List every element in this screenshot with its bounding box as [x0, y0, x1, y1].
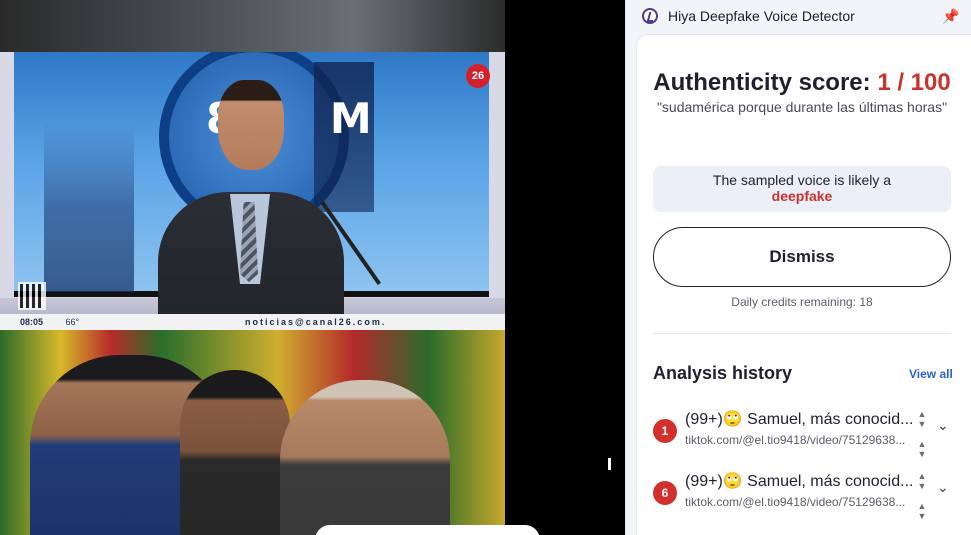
video-frame-top	[0, 0, 505, 52]
divider	[653, 333, 951, 334]
dismiss-button[interactable]: Dismiss	[653, 227, 951, 287]
view-all-link[interactable]: View all	[909, 367, 953, 381]
person-middle	[180, 370, 290, 535]
press-conference-frame[interactable]	[0, 330, 505, 535]
sort-stepper-icon[interactable]: ▲ ▼ ▲ ▼	[917, 409, 927, 459]
hiya-logo-icon	[642, 8, 658, 24]
history-item[interactable]: 6 (99+)🙄 Samuel, más conocid... tiktok.c…	[653, 469, 953, 521]
score-value: 1 / 100	[877, 69, 951, 96]
scroll-indicator	[608, 458, 611, 470]
news-anchor-head	[218, 80, 284, 170]
history-item-url: tiktok.com/@el.tio9418/video/75129638...	[685, 433, 906, 447]
news-ticker: 08:05 66° noticias@canal26.com.	[0, 314, 505, 330]
person-right	[280, 380, 450, 535]
extension-panel: Hiya Deepfake Voice Detector 📌 Authentic…	[625, 0, 971, 535]
qr-code	[18, 282, 46, 310]
verdict-prefix: The sampled voice is likely a	[712, 172, 892, 188]
verdict-box: The sampled voice is likely a deepfake	[653, 166, 951, 212]
history-badge: 1	[653, 419, 677, 443]
history-item-title: (99+)🙄 Samuel, más conocid...	[685, 411, 914, 428]
sort-stepper-icon[interactable]: ▲ ▼ ▲ ▼	[917, 471, 927, 521]
studio-skyline-left	[44, 122, 134, 292]
panel-title: Hiya Deepfake Voice Detector	[668, 8, 855, 24]
transcript-quote: "sudamérica porque durante las últimas h…	[656, 99, 948, 115]
history-item-title: (99+)🙄 Samuel, más conocid...	[685, 473, 914, 490]
ticker-temperature: 66°	[65, 317, 80, 327]
history-item[interactable]: 1 (99+)🙄 Samuel, más conocid... tiktok.c…	[653, 407, 953, 459]
result-card: Authenticity score: 1 / 100 "sudamérica …	[636, 34, 971, 535]
daily-credits: Daily credits remaining: 18	[731, 295, 873, 309]
authenticity-score: Authenticity score: 1 / 100	[637, 69, 967, 97]
ticker-site: noticias@canal26.com.	[245, 317, 387, 327]
channel-badge: 26	[466, 64, 490, 88]
video-feed-area[interactable]: 8 M 26 08:05 66° noticias@canal26.com.	[0, 0, 611, 535]
history-item-url: tiktok.com/@el.tio9418/video/75129638...	[685, 495, 906, 509]
verdict-word: deepfake	[771, 188, 833, 204]
video-control-pill[interactable]	[315, 525, 540, 535]
score-label: Authenticity score:	[653, 69, 871, 96]
history-title: Analysis history	[653, 363, 793, 383]
chevron-down-icon[interactable]: ⌄	[937, 479, 949, 496]
chevron-down-icon[interactable]: ⌄	[937, 417, 949, 434]
ticker-time: 08:05	[20, 317, 44, 327]
news-broadcast-frame[interactable]: 8 M 26 08:05 66° noticias@canal26.com.	[0, 52, 505, 330]
screen: 8 M 26 08:05 66° noticias@canal26.com. H…	[0, 0, 971, 535]
pin-icon[interactable]: 📌	[942, 8, 959, 24]
history-badge: 6	[653, 481, 677, 505]
panel-header: Hiya Deepfake Voice Detector 📌	[626, 0, 971, 32]
